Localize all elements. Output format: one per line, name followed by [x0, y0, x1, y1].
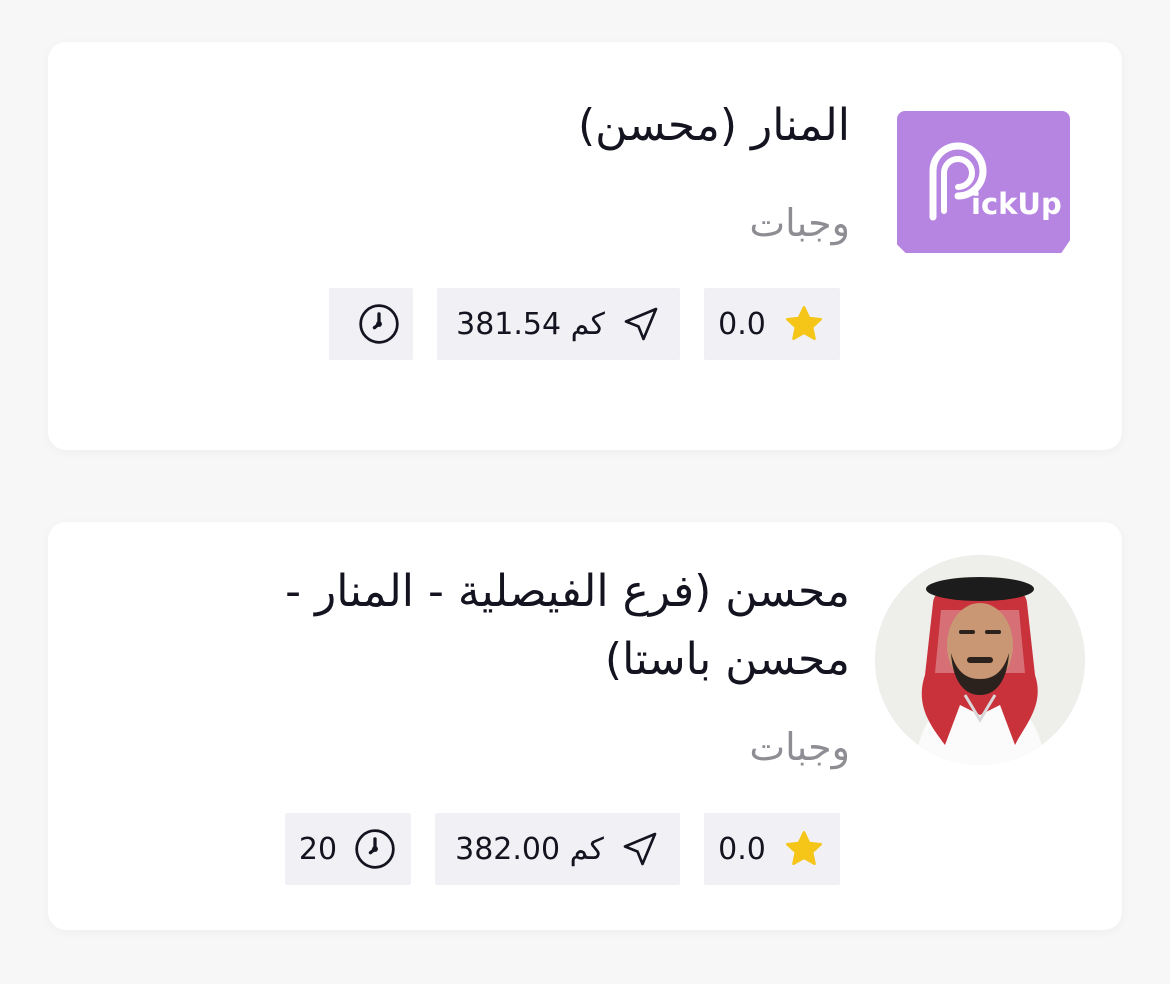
distance-chip: 381.54 كم	[437, 288, 680, 360]
distance-value: 381.54 كم	[456, 306, 605, 342]
location-arrow-icon	[623, 832, 657, 866]
time-value: 20	[298, 831, 338, 867]
restaurant-name: المنار (محسن)	[577, 100, 850, 151]
restaurant-name-line-1: محسن (فرع الفيصلية - المنار -	[285, 566, 850, 617]
time-chip	[329, 288, 413, 360]
pickup-logo: ickUp	[897, 111, 1070, 253]
restaurant-card-2[interactable]: محسن (فرع الفيصلية - المنار - محسن باستا…	[48, 522, 1122, 930]
rating-value: 0.0	[718, 831, 766, 867]
clock-icon	[355, 829, 395, 869]
rating-chip: 0.0	[704, 813, 840, 885]
restaurant-name-line-2: محسن باستا)	[604, 634, 850, 685]
clock-icon	[359, 304, 399, 344]
pickup-logo-icon: ickUp	[929, 142, 1062, 221]
rating-value: 0.0	[718, 306, 766, 342]
rating-chip: 0.0	[704, 288, 840, 360]
restaurant-category: وجبات	[749, 725, 850, 769]
star-icon	[785, 831, 822, 866]
restaurant-card-1[interactable]: ickUp المنار (محسن) وجبات 0.0 381.54 كم	[48, 42, 1122, 450]
time-chip: 20	[285, 813, 411, 885]
distance-chip: 382.00 كم	[435, 813, 680, 885]
person-avatar-icon	[875, 555, 1085, 765]
location-arrow-icon	[624, 307, 658, 341]
restaurant-category: وجبات	[749, 201, 850, 245]
logo-text: ickUp	[971, 187, 1062, 221]
restaurant-avatar	[875, 555, 1085, 765]
star-icon	[785, 306, 822, 341]
distance-value: 382.00 كم	[455, 831, 604, 867]
